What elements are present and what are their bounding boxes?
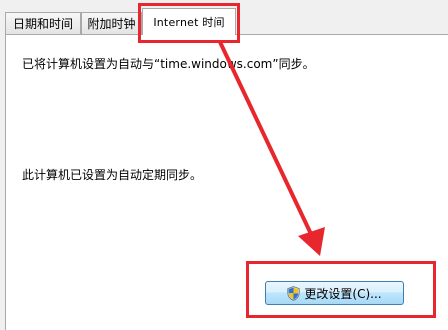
change-settings-label: 更改设置(C)... [304, 286, 382, 301]
uac-shield-icon [287, 285, 301, 301]
sync-schedule-text: 此计算机已设置为自动定期同步。 [22, 168, 203, 182]
change-settings-button[interactable]: 更改设置(C)... [265, 281, 404, 305]
tab-label: Internet 时间 [153, 16, 225, 29]
tab-date-and-time[interactable]: 日期和时间 [5, 12, 81, 34]
tab-label: 附加时钟 [87, 17, 136, 31]
tab-internet-time[interactable]: Internet 时间 [142, 8, 236, 35]
sync-status-text: 已将计算机设置为自动与“time.windows.com”同步。 [22, 57, 315, 71]
date-time-dialog: 日期和时间 附加时钟 Internet 时间 已将计算机设置为自动与“time.… [0, 0, 448, 330]
tab-label: 日期和时间 [12, 17, 73, 31]
tab-additional-clocks[interactable]: 附加时钟 [81, 12, 142, 34]
